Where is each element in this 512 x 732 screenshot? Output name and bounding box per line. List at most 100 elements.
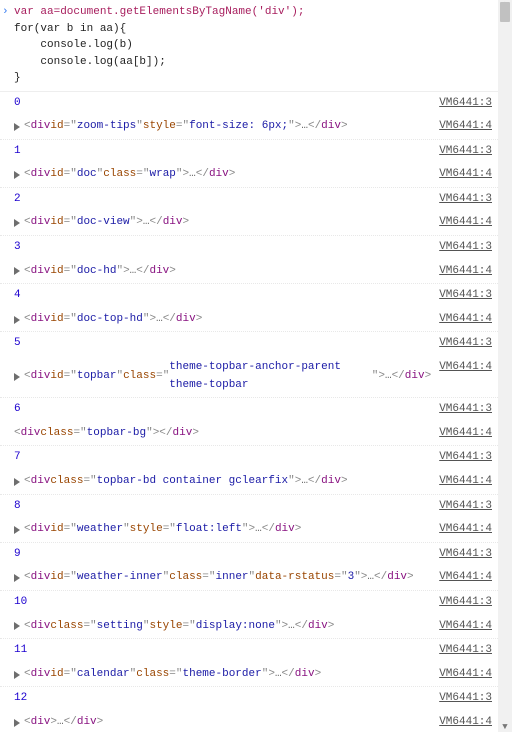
code-line: for(var b in aa){ <box>14 21 498 38</box>
log-index: 8 <box>14 498 21 516</box>
expand-arrow-icon[interactable] <box>14 267 20 275</box>
element-node[interactable]: <div id="doc" class="wrap">…</div> <box>14 166 431 184</box>
source-link[interactable]: VM6441:4 <box>431 166 492 184</box>
log-index-row: 4 VM6441:3 <box>0 283 498 308</box>
log-element-row: <div id="weather-inner" class="inner" da… <box>0 566 498 590</box>
prompt-icon: › <box>2 4 9 21</box>
expand-arrow-icon[interactable] <box>14 373 20 381</box>
source-link[interactable]: VM6441:3 <box>431 546 492 564</box>
source-link[interactable]: VM6441:3 <box>431 594 492 612</box>
source-link[interactable]: VM6441:3 <box>431 191 492 209</box>
source-link[interactable]: VM6441:4 <box>431 311 492 329</box>
element-node[interactable]: <div id="doc-hd">…</div> <box>14 263 431 281</box>
log-index: 5 <box>14 335 21 353</box>
log-index-row: 8 VM6441:3 <box>0 494 498 519</box>
expand-arrow-icon[interactable] <box>14 316 20 324</box>
log-index-row: 12 VM6441:3 <box>0 686 498 711</box>
log-element-row: <div id="zoom-tips" style="font-size: 6p… <box>0 115 498 139</box>
log-index-row: 7 VM6441:3 <box>0 445 498 470</box>
code-line: console.log(b) <box>14 37 498 54</box>
source-link[interactable]: VM6441:3 <box>431 642 492 660</box>
log-index-row: 3 VM6441:3 <box>0 235 498 260</box>
element-node[interactable]: <div id="doc-top-hd">…</div> <box>14 311 431 329</box>
source-link[interactable]: VM6441:3 <box>431 239 492 257</box>
log-index-row: 11 VM6441:3 <box>0 638 498 663</box>
element-node[interactable]: <div id="weather-inner" class="inner" da… <box>14 569 431 587</box>
log-index: 0 <box>14 95 21 113</box>
expand-arrow-icon[interactable] <box>14 123 20 131</box>
code-line: var aa=document.getElementsByTagName('di… <box>14 6 304 18</box>
console-panel[interactable]: › var aa=document.getElementsByTagName('… <box>0 0 498 732</box>
element-node[interactable]: <div id="zoom-tips" style="font-size: 6p… <box>14 118 431 136</box>
source-link[interactable]: VM6441:3 <box>431 449 492 467</box>
log-index-row: 10 VM6441:3 <box>0 590 498 615</box>
source-link[interactable]: VM6441:4 <box>431 618 492 636</box>
element-node[interactable]: <div id="calendar" class="theme-border">… <box>14 666 431 684</box>
element-node[interactable]: <div>…</div> <box>14 714 431 732</box>
log-index-row: 0 VM6441:3 <box>0 92 498 116</box>
source-link[interactable]: VM6441:3 <box>431 335 492 353</box>
log-element-row: <div id="doc" class="wrap">…</div>VM6441… <box>0 163 498 187</box>
log-index: 1 <box>14 143 21 161</box>
log-index: 3 <box>14 239 21 257</box>
expand-arrow-icon[interactable] <box>14 478 20 486</box>
scrollbar-thumb[interactable] <box>500 2 510 22</box>
source-link[interactable]: VM6441:4 <box>431 214 492 232</box>
element-node[interactable]: <div id="doc-view">…</div> <box>14 214 431 232</box>
log-index-row: 5 VM6441:3 <box>0 331 498 356</box>
source-link[interactable]: VM6441:3 <box>431 498 492 516</box>
element-node[interactable]: <div class="topbar-bg"></div> <box>14 425 431 443</box>
log-index: 11 <box>14 642 27 660</box>
element-node[interactable]: <div id="topbar" class="theme-topbar-anc… <box>14 359 431 394</box>
expand-arrow-icon[interactable] <box>14 574 20 582</box>
console-output: 0VM6441:3<div id="zoom-tips" style="font… <box>0 92 498 732</box>
expand-arrow-icon[interactable] <box>14 526 20 534</box>
element-node[interactable]: <div class="setting" style="display:none… <box>14 618 431 636</box>
element-node[interactable]: <div id="weather" style="float:left">…</… <box>14 521 431 539</box>
log-element-row: <div id="doc-top-hd">…</div>VM6441:4 <box>0 308 498 332</box>
log-index: 7 <box>14 449 21 467</box>
log-element-row: <div class="setting" style="display:none… <box>0 615 498 639</box>
source-link[interactable]: VM6441:3 <box>431 143 492 161</box>
expand-arrow-icon[interactable] <box>14 671 20 679</box>
log-element-row: <div class="topbar-bd container gclearfi… <box>0 470 498 494</box>
console-input[interactable]: › var aa=document.getElementsByTagName('… <box>0 0 498 92</box>
source-link[interactable]: VM6441:3 <box>431 287 492 305</box>
source-link[interactable]: VM6441:4 <box>431 473 492 491</box>
source-link[interactable]: VM6441:4 <box>431 521 492 539</box>
log-element-row: <div id="weather" style="float:left">…</… <box>0 518 498 542</box>
expand-arrow-icon[interactable] <box>14 171 20 179</box>
source-link[interactable]: VM6441:4 <box>431 263 492 281</box>
log-index: 2 <box>14 191 21 209</box>
log-index: 9 <box>14 546 21 564</box>
log-index: 12 <box>14 690 27 708</box>
source-link[interactable]: VM6441:4 <box>431 118 492 136</box>
source-link[interactable]: VM6441:4 <box>431 425 492 443</box>
expand-arrow-icon[interactable] <box>14 622 20 630</box>
code-line: } <box>14 70 498 87</box>
source-link[interactable]: VM6441:3 <box>431 401 492 419</box>
expand-arrow-icon[interactable] <box>14 719 20 727</box>
log-element-row: <div id="doc-view">…</div>VM6441:4 <box>0 211 498 235</box>
log-element-row: <div id="calendar" class="theme-border">… <box>0 663 498 687</box>
log-index: 10 <box>14 594 27 612</box>
scroll-down-icon[interactable]: ▼ <box>500 722 510 732</box>
scrollbar-vertical[interactable]: ▲ ▼ <box>498 0 512 732</box>
source-link[interactable]: VM6441:3 <box>431 95 492 113</box>
code-line: console.log(aa[b]); <box>14 54 498 71</box>
source-link[interactable]: VM6441:4 <box>431 359 492 377</box>
log-index-row: 6VM6441:3 <box>0 397 498 422</box>
source-link[interactable]: VM6441:3 <box>431 690 492 708</box>
source-link[interactable]: VM6441:4 <box>431 569 492 587</box>
element-node[interactable]: <div class="topbar-bd container gclearfi… <box>14 473 431 491</box>
log-index-row: 1 VM6441:3 <box>0 139 498 164</box>
expand-arrow-icon[interactable] <box>14 219 20 227</box>
log-element-row: <div>…</div>VM6441:4 <box>0 711 498 732</box>
source-link[interactable]: VM6441:4 <box>431 666 492 684</box>
log-index: 4 <box>14 287 21 305</box>
source-link[interactable]: VM6441:4 <box>431 714 492 732</box>
log-element-row: <div class="topbar-bg"></div>VM6441:4 <box>0 422 498 446</box>
log-element-row: <div id="topbar" class="theme-topbar-anc… <box>0 356 498 397</box>
log-element-row: <div id="doc-hd">…</div>VM6441:4 <box>0 260 498 284</box>
log-index-row: 2 VM6441:3 <box>0 187 498 212</box>
